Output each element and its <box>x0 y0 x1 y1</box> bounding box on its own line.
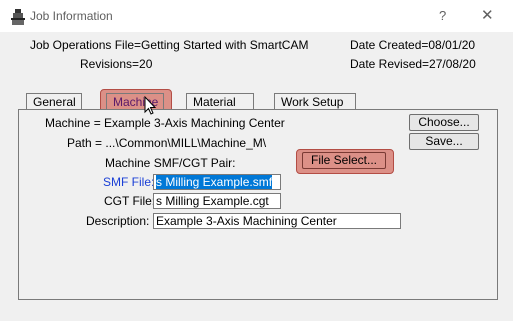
path-text: Path = ...\Common\MILL\Machine_M\ <box>67 136 267 150</box>
file-select-button[interactable]: File Select... <box>302 152 386 169</box>
machine-text: Machine = Example 3-Axis Machining Cente… <box>45 116 285 130</box>
choose-button[interactable]: Choose... <box>409 114 479 131</box>
tab-work-setup[interactable]: Work Setup <box>274 93 356 109</box>
tab-general[interactable]: General <box>26 93 82 109</box>
close-button[interactable]: ✕ <box>481 6 494 24</box>
help-button[interactable]: ? <box>439 8 446 23</box>
description-field[interactable]: Example 3-Axis Machining Center <box>153 213 401 229</box>
mouse-cursor-icon <box>144 96 157 115</box>
title-bar: Job Information ? ✕ <box>0 0 513 32</box>
smf-file-label: SMF File: <box>103 175 155 189</box>
job-ops-file-text: Job Operations File=Getting Started with… <box>30 38 309 52</box>
save-button[interactable]: Save... <box>409 133 479 150</box>
description-label: Description: <box>86 214 150 228</box>
smf-cgt-pair-label: Machine SMF/CGT Pair: <box>105 156 236 170</box>
cgt-file-label: CGT File: <box>104 194 156 208</box>
smf-file-field[interactable]: s Milling Example.smf <box>153 174 281 190</box>
window-title: Job Information <box>30 9 113 23</box>
date-created-text: Date Created=08/01/20 <box>350 38 476 52</box>
revisions-text: Revisions=20 <box>80 57 153 71</box>
date-revised-text: Date Revised=27/08/20 <box>350 57 476 71</box>
app-icon <box>11 9 25 25</box>
cgt-file-field[interactable]: s Milling Example.cgt <box>153 193 281 209</box>
tab-material[interactable]: Material <box>186 93 254 109</box>
smf-file-value: s Milling Example.smf <box>156 175 273 189</box>
